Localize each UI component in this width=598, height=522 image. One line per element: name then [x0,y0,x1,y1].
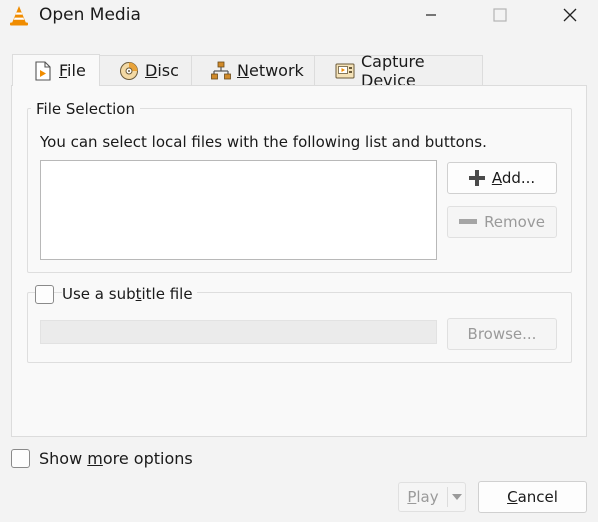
tab-disc[interactable]: Disc [99,55,192,85]
remove-button[interactable]: Remove [447,206,557,238]
tab-capture-device-label: Capture Device [361,51,425,90]
file-selection-hint: You can select local files with the foll… [40,133,487,151]
tab-disc-label: Disc [145,61,179,80]
file-selection-title: File Selection [31,100,140,118]
file-play-icon [33,60,53,81]
add-button-label: Add... [491,169,536,187]
capture-device-icon [335,61,355,81]
minus-icon [459,219,478,225]
network-icon [211,61,231,81]
plus-icon [468,170,485,186]
minimize-icon [426,14,436,16]
close-button[interactable] [547,0,593,30]
close-icon [563,8,577,22]
remove-button-label: Remove [484,213,545,231]
add-button[interactable]: Add... [447,162,557,194]
tab-capture-device[interactable]: Capture Device [314,52,483,90]
minimize-button[interactable] [408,0,454,30]
tab-network[interactable]: Network [191,55,315,85]
cancel-button-label: Cancel [507,488,558,506]
play-dropdown-button[interactable] [448,483,465,511]
play-button-group: Play [398,482,466,512]
maximize-icon [493,8,507,22]
vlc-cone-icon [8,5,30,27]
disc-icon [119,61,139,81]
browse-button-label: Browse... [467,325,537,343]
subtitle-path-field [40,320,437,344]
tab-file[interactable]: File [12,54,100,86]
title-bar: Open Media [0,0,598,30]
browse-button[interactable]: Browse... [447,318,557,350]
tab-network-label: Network [237,61,304,80]
chevron-down-icon [451,494,462,500]
subtitle-checkbox-label[interactable]: Use a subtitle file [62,285,197,303]
window-title: Open Media [39,5,141,25]
cancel-button[interactable]: Cancel [478,481,587,513]
play-button[interactable]: Play [399,483,447,511]
file-list[interactable] [40,160,437,260]
show-more-options-checkbox[interactable] [11,449,30,468]
subtitle-checkbox[interactable] [35,285,54,304]
show-more-options-label[interactable]: Show more options [39,450,193,468]
tab-file-label: File [59,61,86,80]
maximize-button [477,0,523,30]
